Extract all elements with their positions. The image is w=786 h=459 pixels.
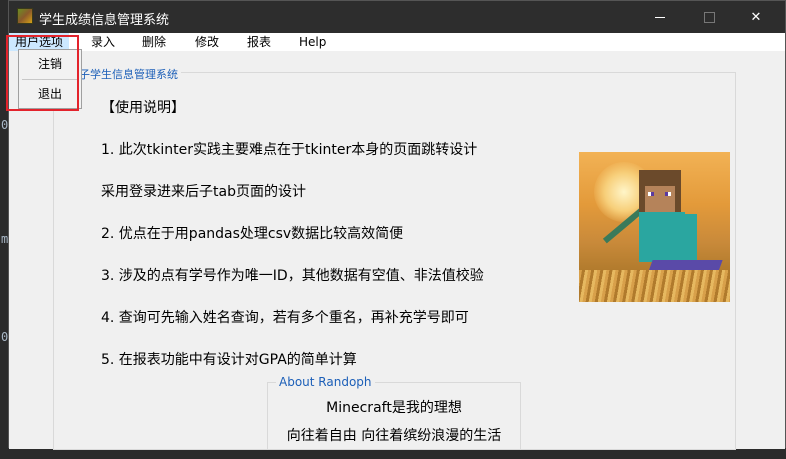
about-labelframe: About Randoph Minecraft是我的理想 向往着自由 向往着缤纷… <box>267 375 521 450</box>
about-line-1: Minecraft是我的理想 <box>326 400 462 416</box>
close-icon: ✕ <box>750 9 762 25</box>
menu-help[interactable]: Help <box>293 33 332 51</box>
maximize-icon <box>703 11 715 23</box>
instructions-heading: 【使用说明】 <box>101 100 185 116</box>
about-group-title: About Randoph <box>276 375 375 389</box>
user-options-dropdown: 注销 退出 <box>18 49 82 109</box>
minecraft-steve-image <box>579 152 730 302</box>
instruction-line: 4. 查询可先输入姓名查询，若有多个重名，再补充学号即可 <box>101 310 469 326</box>
minimize-button[interactable] <box>637 1 683 33</box>
maximize-button[interactable] <box>686 1 732 33</box>
instruction-line: 2. 优点在于用pandas处理csv数据比较高效简便 <box>101 226 404 242</box>
window-title: 学生成绩信息管理系统 <box>39 13 170 28</box>
close-button[interactable]: ✕ <box>733 1 779 33</box>
menu-bar: 用户选项 录入 删除 修改 报表 Help <box>9 33 785 51</box>
instruction-line: 采用登录进来后子tab页面的设计 <box>101 184 306 200</box>
menu-separator <box>22 79 78 80</box>
instruction-line: 1. 此次tkinter实践主要难点在于tkinter本身的页面跳转设计 <box>101 142 478 158</box>
main-group-title: 子学生信息管理系统 <box>76 66 181 82</box>
menu-entry[interactable]: 录入 <box>85 33 121 51</box>
menu-modify[interactable]: 修改 <box>189 33 225 51</box>
menu-item-exit[interactable]: 退出 <box>19 84 81 104</box>
app-icon <box>17 8 33 24</box>
menu-report[interactable]: 报表 <box>241 33 277 51</box>
minimize-icon <box>655 16 665 18</box>
ide-background <box>0 0 8 459</box>
instruction-line: 3. 涉及的点有学号作为唯一ID，其他数据有空值、非法值校验 <box>101 268 484 284</box>
about-line-2: 向往着自由 向往着缤纷浪漫的生活 <box>286 428 502 444</box>
title-bar[interactable]: 学生成绩信息管理系统 ✕ <box>9 1 785 33</box>
menu-item-logout[interactable]: 注销 <box>19 54 81 74</box>
content-area: 子学生信息管理系统 【使用说明】 1. 此次tkinter实践主要难点在于tki… <box>9 51 785 450</box>
instruction-line: 5. 在报表功能中有设计对GPA的简单计算 <box>101 352 357 368</box>
menu-delete[interactable]: 删除 <box>136 33 172 51</box>
app-window: 学生成绩信息管理系统 ✕ 用户选项 录入 删除 修改 报表 Help 子学生信息… <box>8 0 786 450</box>
